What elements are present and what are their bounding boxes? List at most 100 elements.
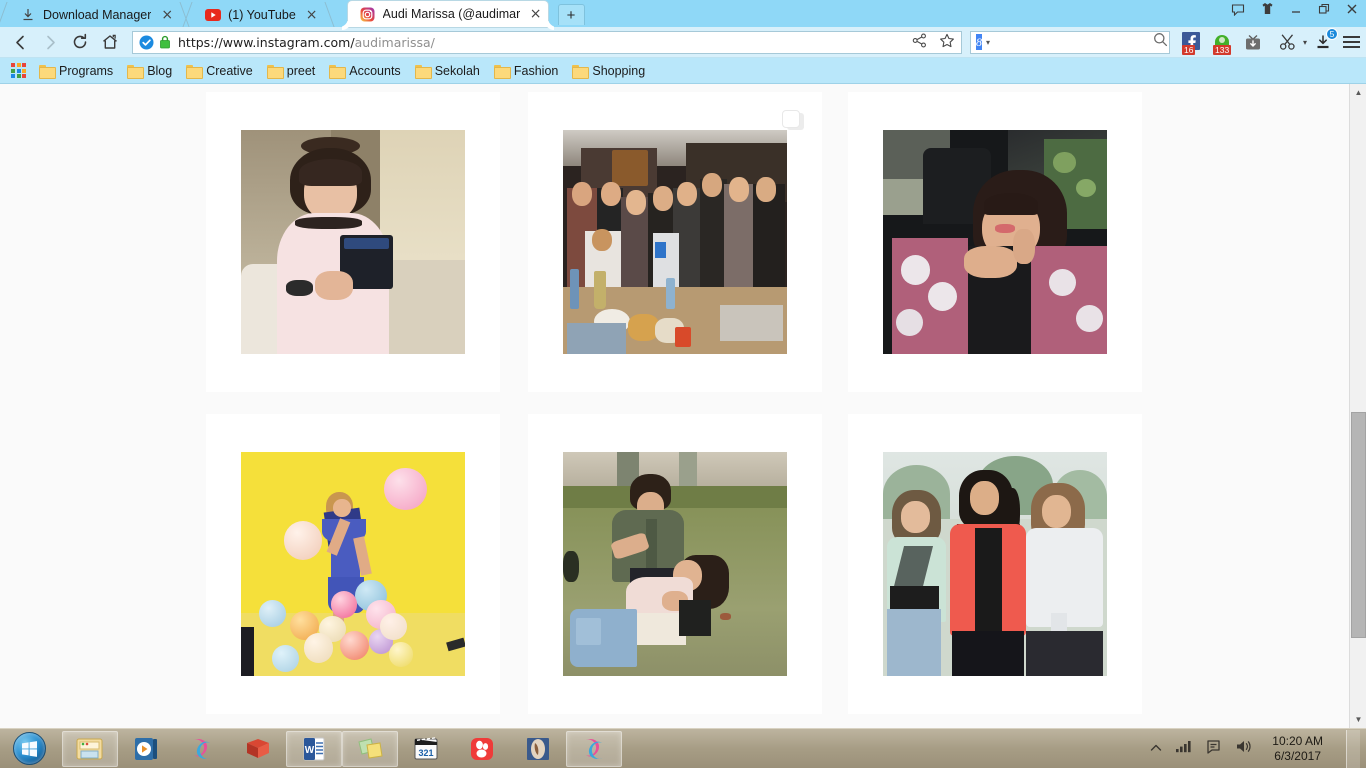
bookmark-preet[interactable]: preet <box>261 62 322 80</box>
post-thumbnail[interactable] <box>563 452 787 676</box>
post-thumbnail[interactable] <box>883 130 1107 354</box>
extension-toolbar: 16 133 ▾ 5 <box>1172 28 1360 55</box>
bookmark-accounts[interactable]: Accounts <box>323 62 406 80</box>
download-badge-count: 5 <box>1326 28 1338 40</box>
system-tray: 10:20 AM 6/3/2017 <box>1150 729 1366 768</box>
browser-menu-icon[interactable] <box>1343 36 1360 48</box>
snip-dropdown-icon[interactable]: ▾ <box>1303 38 1307 47</box>
bookmark-programs[interactable]: Programs <box>33 62 119 80</box>
taskbar-browser-maxthon-window[interactable] <box>566 730 622 767</box>
taskbar-file-explorer[interactable] <box>62 730 118 767</box>
bookmark-blog[interactable]: Blog <box>121 62 178 80</box>
home-button[interactable] <box>96 29 124 55</box>
back-button[interactable] <box>6 29 34 55</box>
dictionary-book-icon <box>247 738 269 758</box>
download-icon[interactable]: 5 <box>1312 28 1338 53</box>
post-tile[interactable] <box>848 414 1142 714</box>
show-hidden-icons-button[interactable] <box>1150 740 1162 758</box>
search-engine-dropdown-icon[interactable]: ▾ <box>986 38 990 47</box>
snip-tool-icon[interactable]: ▾ <box>1273 31 1307 53</box>
forward-button[interactable] <box>36 29 64 55</box>
download-manager-icon <box>20 7 36 23</box>
taskbar-sticky-notes[interactable] <box>342 730 398 767</box>
post-tile[interactable] <box>528 414 822 714</box>
scroll-down-arrow[interactable]: ▼ <box>1350 711 1366 728</box>
bookmark-label: Programs <box>59 63 114 78</box>
multi-photo-icon <box>782 110 804 132</box>
search-input[interactable] <box>994 35 1150 49</box>
tab-youtube[interactable]: (1) YouTube × <box>182 2 335 27</box>
post-tile[interactable] <box>848 92 1142 392</box>
folder-icon <box>414 64 432 79</box>
bookmarks-bar: Programs Blog Creative preet Accounts Se… <box>0 58 1366 84</box>
post-thumbnail[interactable] <box>883 452 1107 676</box>
feedback-icon[interactable] <box>1231 3 1245 18</box>
address-bar[interactable]: https://www.instagram.com/audimarissa/ <box>132 30 962 54</box>
photo-three-women-outdoors <box>883 452 1107 676</box>
minimize-button[interactable] <box>1290 3 1302 19</box>
search-icon[interactable] <box>1153 32 1168 52</box>
taskbar-browser-maxthon[interactable] <box>174 731 230 767</box>
photo-group-party <box>563 130 787 354</box>
show-desktop-button[interactable] <box>1346 729 1360 768</box>
instagram-icon <box>360 6 376 22</box>
folder-icon <box>329 64 347 79</box>
search-engine-icon[interactable]: 8 <box>976 34 982 50</box>
whatsapp-badge-count: 133 <box>1213 45 1232 55</box>
post-thumbnail[interactable] <box>563 130 787 354</box>
reload-button[interactable] <box>66 29 94 55</box>
apps-grid-icon[interactable] <box>6 63 31 78</box>
taskbar-media-player[interactable] <box>118 731 174 767</box>
bookmark-label: Shopping <box>592 63 646 78</box>
video-downloader-icon[interactable] <box>1242 31 1264 53</box>
scrollbar-thumb[interactable] <box>1351 412 1366 638</box>
tab-label: Audi Marissa (@audimaris <box>382 7 520 21</box>
bookmark-shopping[interactable]: Shopping <box>566 62 651 80</box>
bookmark-star-icon[interactable] <box>939 33 955 52</box>
whatsapp-notifications-icon[interactable]: 133 <box>1211 31 1233 55</box>
action-center-flag-icon[interactable] <box>1206 739 1222 759</box>
post-tile[interactable] <box>528 92 822 392</box>
network-signal-icon[interactable] <box>1175 739 1193 758</box>
search-box[interactable]: 8 ▾ <box>970 30 1170 54</box>
bookmark-fashion[interactable]: Fashion <box>488 62 564 80</box>
new-tab-button[interactable]: + <box>557 4 585 25</box>
windows-start-orb-icon <box>12 732 46 765</box>
tab-instagram-audimarissa[interactable]: Audi Marissa (@audimaris × <box>347 1 548 27</box>
maxthon-browser-icon <box>586 738 602 759</box>
scroll-up-arrow[interactable]: ▲ <box>1350 84 1366 101</box>
post-tile[interactable] <box>206 414 500 714</box>
share-icon[interactable] <box>912 33 927 51</box>
start-button[interactable] <box>2 730 56 768</box>
bookmark-label: Accounts <box>349 63 401 78</box>
clock-time: 10:20 AM <box>1272 733 1323 748</box>
taskbar-photo-viewer[interactable] <box>510 731 566 767</box>
taskbar-microsoft-word[interactable]: W <box>286 730 342 767</box>
volume-icon[interactable] <box>1235 739 1253 759</box>
restore-button[interactable] <box>1318 3 1330 19</box>
theme-shirt-icon[interactable] <box>1261 2 1274 19</box>
bookmark-sekolah[interactable]: Sekolah <box>409 62 486 80</box>
taskbar-clock[interactable]: 10:20 AM 6/3/2017 <box>1266 734 1329 764</box>
svg-text:W: W <box>305 745 315 756</box>
instagram-profile-grid-page <box>0 84 1349 728</box>
taskbar-klite-codec[interactable]: 321 <box>398 731 454 767</box>
tab-label: Download Manager <box>43 7 152 22</box>
address-bar-url: https://www.instagram.com/audimarissa/ <box>178 34 435 50</box>
photo-woman-with-phone <box>241 130 465 354</box>
taskbar-dictionary[interactable] <box>230 731 286 767</box>
bookmark-creative[interactable]: Creative <box>180 62 259 80</box>
tab-close-button[interactable]: × <box>530 7 542 21</box>
page-scrollbar[interactable]: ▲ ▼ <box>1349 84 1366 728</box>
tab-download-manager[interactable]: Download Manager × <box>0 2 190 27</box>
facebook-notifications-icon[interactable]: 16 <box>1180 31 1202 55</box>
folder-icon <box>266 64 284 79</box>
taskbar-gom-player[interactable] <box>454 731 510 767</box>
post-thumbnail[interactable] <box>241 130 465 354</box>
post-thumbnail[interactable] <box>241 452 465 676</box>
folder-icon <box>186 64 204 79</box>
microsoft-word-icon: W <box>303 737 325 760</box>
post-tile[interactable] <box>206 92 500 392</box>
sticky-notes-icon <box>358 737 383 759</box>
close-button[interactable] <box>1346 3 1358 19</box>
